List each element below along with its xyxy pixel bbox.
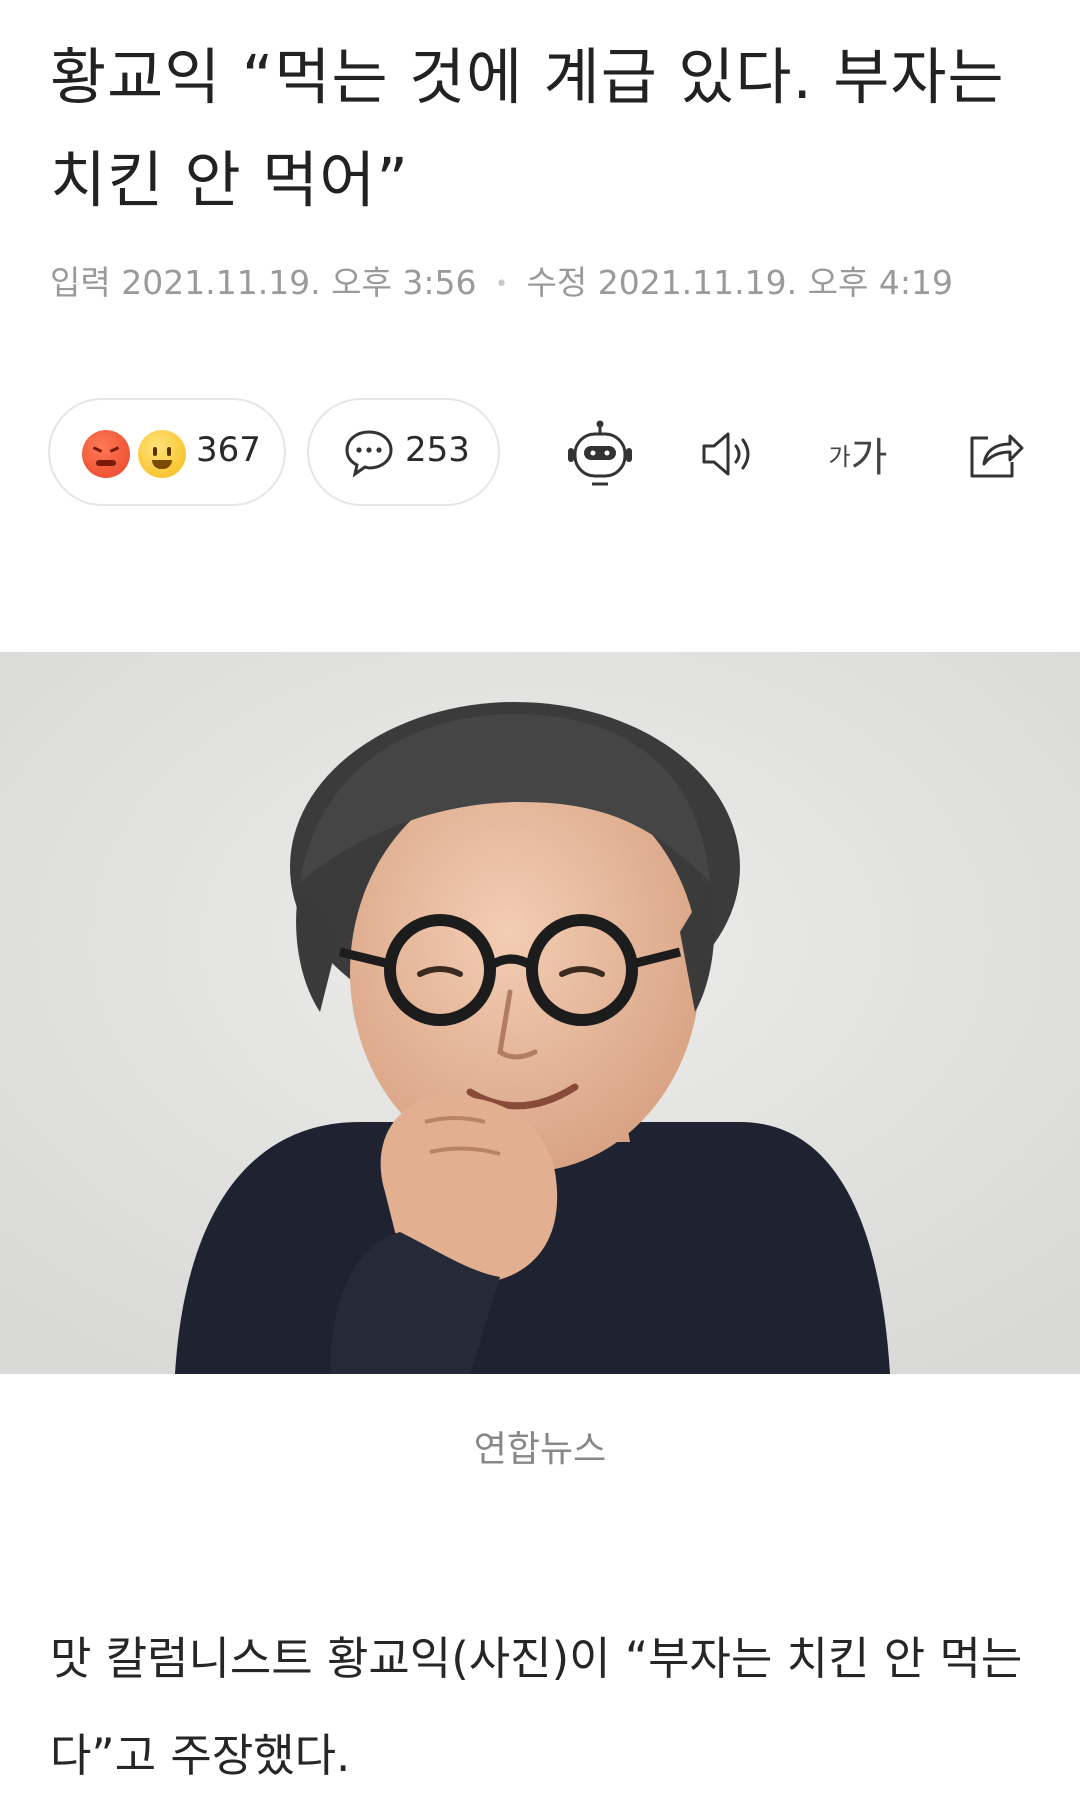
article-timestamps: 입력 2021.11.19. 오후 3:56 • 수정 2021.11.19. … — [50, 256, 1050, 304]
share-icon — [970, 434, 1024, 478]
summary-bot-button[interactable] — [560, 414, 640, 494]
text-to-speech-button[interactable] — [690, 414, 770, 494]
speaker-icon — [702, 432, 750, 476]
image-caption: 연합뉴스 — [473, 1429, 607, 1470]
speech-bubble-icon — [345, 430, 393, 478]
font-size-button[interactable]: 가가 — [818, 414, 898, 494]
robot-icon — [568, 420, 632, 486]
published-time: 2021.11.19. 오후 3:56 — [121, 263, 477, 302]
article-toolbar: 367 253 가가 — [0, 398, 1080, 512]
reactions-button[interactable]: 367 — [48, 398, 286, 506]
reaction-count: 367 — [196, 430, 261, 470]
modified-time: 2021.11.19. 오후 4:19 — [597, 263, 953, 302]
laughing-emoji-icon — [138, 430, 186, 478]
comments-button[interactable]: 253 — [307, 398, 500, 506]
meta-separator: • — [494, 272, 508, 297]
portrait-illustration — [0, 652, 1080, 1374]
share-button[interactable] — [956, 414, 1036, 494]
article-photo — [0, 652, 1080, 1374]
article-headline: 황교익 “먹는 것에 계급 있다. 부자는 치킨 안 먹어” — [50, 42, 1005, 216]
font-size-large-glyph: 가 — [850, 435, 888, 481]
published-label: 입력 — [50, 263, 111, 302]
angry-emoji-icon — [82, 430, 130, 478]
modified-label: 수정 — [526, 263, 588, 302]
article-body-paragraph: 맛 칼럼니스트 황교익(사진)이 “부자는 치킨 안 먹는다”고 주장했다. — [50, 1632, 1023, 1782]
comment-count: 253 — [405, 430, 470, 470]
font-size-small-glyph: 가 — [828, 442, 851, 471]
